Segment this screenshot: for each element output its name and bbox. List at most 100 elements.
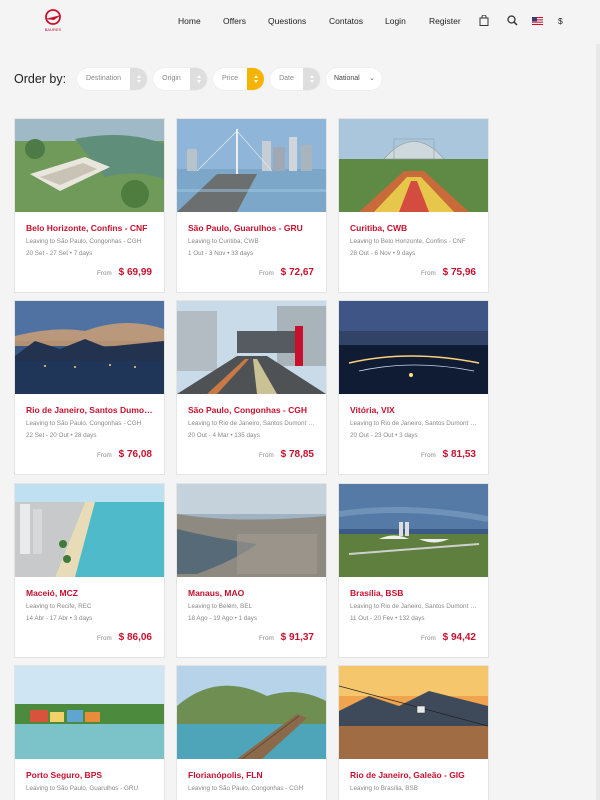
nav-questions[interactable]: Questions [268,16,306,26]
flight-card[interactable]: Florianópolis, FLN Leaving to São Paulo, … [176,665,327,800]
card-leaving: Leaving to Recife, REC [26,603,92,610]
card-title[interactable]: Porto Seguro, BPS [26,770,156,780]
filter-origin[interactable]: Origin [153,68,207,90]
card-from-label: From [97,635,112,642]
card-price: $ 91,37 [280,632,314,643]
currency-symbol[interactable]: $ [558,16,563,26]
card-from-label: From [421,635,436,642]
destination-photo[interactable] [15,666,164,759]
scrollbar[interactable] [596,44,600,800]
flight-card[interactable]: Belo Horizonte, Confins - CNF Leaving to … [14,118,165,293]
card-leaving: Leaving to Belo Horizonte, Confins - CNF [350,238,466,245]
nav-login[interactable]: Login [385,16,406,26]
card-from-label: From [259,270,274,277]
destination-photo[interactable] [177,666,326,759]
card-leaving: Leaving to Rio de Janeiro, Santos Dumont… [188,420,316,427]
card-leaving: Leaving to São Paulo, Congonhas - CGH [188,785,304,792]
card-leaving: Leaving to Curitiba, CWB [188,238,259,245]
flight-card[interactable]: Maceió, MCZ Leaving to Recife, REC 14 Abr … [14,483,165,658]
card-title[interactable]: Maceió, MCZ [26,588,156,598]
flight-card[interactable]: São Paulo, Guarulhos - GRU Leaving to Cur… [176,118,327,293]
card-price: $ 81,53 [442,449,476,460]
flight-card[interactable]: Brasília, BSB Leaving to Rio de Janeiro, … [338,483,489,658]
filter-date[interactable]: Date [270,68,320,90]
card-dates: 20 Out - 23 Out • 3 days [350,432,418,439]
sort-arrows-icon[interactable] [247,68,264,90]
card-dates: 28 Out - 6 Nov • 9 days [350,250,416,257]
flight-card[interactable]: Rio de Janeiro, Santos Dumont - SDU Leavi… [14,300,165,475]
filter-price-label: Price [222,75,238,82]
card-title[interactable]: Rio de Janeiro, Santos Dumont - SDU [26,405,156,415]
card-leaving: Leaving to Brasília, BSB [350,785,418,792]
card-leaving: Leaving to São Paulo, Guarulhos - GRU [26,785,139,792]
scope-select-value: National [334,75,360,82]
card-dates: 1 Out - 3 Nov • 33 days [188,250,254,257]
filter-price[interactable]: Price [213,68,264,90]
flight-card[interactable]: São Paulo, Congonhas - CGH Leaving to Rio… [176,300,327,475]
nav-contatos[interactable]: Contatos [329,16,363,26]
scope-select[interactable]: National ⌄ [326,68,382,90]
card-from-label: From [97,270,112,277]
sort-arrows-icon[interactable] [130,68,147,90]
card-leaving: Leaving to Rio de Janeiro, Santos Dumont… [350,603,478,610]
filter-date-label: Date [279,75,294,82]
destination-photo[interactable] [339,666,488,759]
card-price: $ 76,08 [118,449,152,460]
flight-card[interactable]: Porto Seguro, BPS Leaving to São Paulo, G… [14,665,165,800]
card-from-label: From [421,270,436,277]
card-title[interactable]: Belo Horizonte, Confins - CNF [26,223,156,233]
destination-photo[interactable] [177,119,326,212]
card-title[interactable]: São Paulo, Guarulhos - GRU [188,223,318,233]
nav-home[interactable]: Home [178,16,201,26]
flight-card[interactable]: Vitória, VIX Leaving to Rio de Janeiro, S… [338,300,489,475]
flight-card[interactable]: Curitiba, CWB Leaving to Belo Horizonte, … [338,118,489,293]
card-leaving: Leaving to São Paulo, Congonhas - CGH [26,238,142,245]
destination-photo[interactable] [15,119,164,212]
flight-card[interactable]: Manaus, MAO Leaving to Belém, BEL 18 Ago -… [176,483,327,658]
card-title[interactable]: São Paulo, Congonhas - CGH [188,405,318,415]
destination-photo[interactable] [339,119,488,212]
filter-destination[interactable]: Destination [77,68,147,90]
card-dates: 11 Out - 20 Fev • 132 days [350,615,425,622]
nav-offers[interactable]: Offers [223,16,246,26]
card-price: $ 78,85 [280,449,314,460]
us-flag-icon[interactable] [532,17,543,27]
card-title[interactable]: Manaus, MAO [188,588,318,598]
card-from-label: From [421,452,436,459]
sort-arrows-icon[interactable] [303,68,320,90]
destination-photo[interactable] [15,301,164,394]
card-price: $ 75,96 [442,267,476,278]
filter-origin-label: Origin [162,75,181,82]
order-by-label: Order by: [14,72,67,86]
card-price: $ 69,99 [118,267,152,278]
nav-register[interactable]: Register [429,16,461,26]
card-title[interactable]: Vitória, VIX [350,405,480,415]
destination-photo[interactable] [177,301,326,394]
destination-photo[interactable] [177,484,326,577]
card-title[interactable]: Rio de Janeiro, Galeão - GIG [350,770,480,780]
header: BAURES Home Offers Questions Contatos Lo… [0,0,600,44]
card-from-label: From [97,452,112,459]
sort-arrows-icon[interactable] [190,68,207,90]
destination-photo[interactable] [339,484,488,577]
card-leaving: Leaving to Belém, BEL [188,603,253,610]
destination-photo[interactable] [339,301,488,394]
card-leaving: Leaving to São Paulo, Congonhas - CGH [26,420,142,427]
card-from-label: From [259,452,274,459]
card-dates: 22 Set - 20 Out • 28 days [26,432,97,439]
flight-card[interactable]: Rio de Janeiro, Galeão - GIG Leaving to B… [338,665,489,800]
card-title[interactable]: Curitiba, CWB [350,223,480,233]
card-price: $ 86,06 [118,632,152,643]
card-dates: 20 Set - 27 Set • 7 days [26,250,93,257]
card-title[interactable]: Brasília, BSB [350,588,480,598]
card-leaving: Leaving to Rio de Janeiro, Santos Dumont… [350,420,478,427]
card-title[interactable]: Florianópolis, FLN [188,770,318,780]
chevron-down-icon: ⌄ [369,75,375,82]
bag-icon[interactable] [479,14,489,28]
card-price: $ 72,67 [280,267,314,278]
card-dates: 20 Out - 4 Mar • 135 days [188,432,260,439]
card-price: $ 94,42 [442,632,476,643]
search-icon[interactable] [507,15,518,28]
card-dates: 14 Abr - 17 Abr • 3 days [26,615,93,622]
destination-photo[interactable] [15,484,164,577]
